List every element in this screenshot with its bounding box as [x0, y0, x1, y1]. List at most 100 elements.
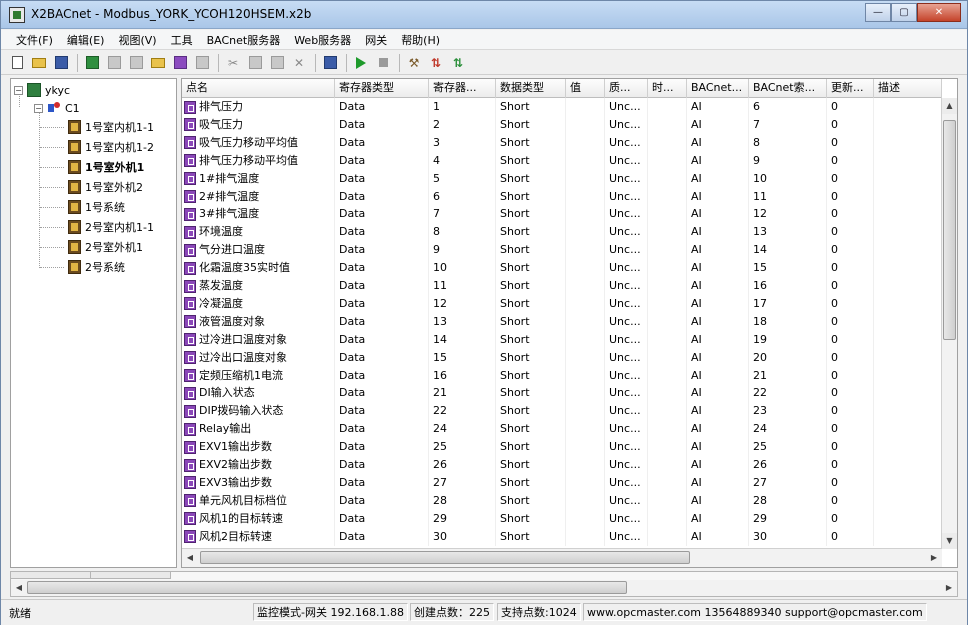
points-grid[interactable]: 点名 寄存器类型 寄存器... 数据类型值质... 时... BACnet... BACne… — [181, 78, 958, 568]
project-tree[interactable]: − ykyc − C1 1号室内机1-1 1号室内机1-2 1号室外机1 1号室… — [10, 78, 177, 568]
add-project-button[interactable] — [82, 53, 102, 73]
menu-file[interactable]: 文件(F) — [9, 32, 60, 48]
tools-button[interactable]: ⚒ — [404, 53, 424, 73]
tree-node-channel[interactable]: − C1 — [34, 99, 80, 117]
table-row[interactable]: EXV3输出步数 Data 27 Short Unc... AI 27 0 — [182, 473, 942, 492]
tree-node-device[interactable]: 2号室内机1-1 — [68, 218, 154, 236]
gateway-config-button[interactable]: ⇅ — [426, 53, 446, 73]
table-row[interactable]: 环境温度 Data 8 Short Unc... AI 13 0 — [182, 223, 942, 242]
menu-help[interactable]: 帮助(H) — [394, 32, 447, 48]
tree-node-device[interactable]: 2号系统 — [68, 258, 125, 276]
open-button[interactable] — [29, 53, 49, 73]
table-row[interactable]: 液管温度对象 Data 13 Short Unc... AI 18 0 — [182, 312, 942, 331]
new-file-button[interactable] — [7, 53, 27, 73]
table-row[interactable]: 过冷进口温度对象 Data 14 Short Unc... AI 19 0 — [182, 330, 942, 349]
table-row[interactable]: 3#排气温度 Data 7 Short Unc... AI 12 0 — [182, 205, 942, 224]
menu-edit[interactable]: 编辑(E) — [60, 32, 112, 48]
table-row[interactable]: 吸气压力 Data 2 Short Unc... AI 7 0 — [182, 115, 942, 134]
col-point-name-header[interactable]: 点名 — [182, 79, 335, 98]
log-pane[interactable]: ◀ ▶ — [10, 571, 958, 597]
scroll-left-icon[interactable]: ◀ — [182, 549, 198, 567]
minimize-button[interactable]: — — [865, 3, 891, 22]
scroll-down-icon[interactable]: ▼ — [942, 533, 957, 549]
add-device-button[interactable] — [126, 53, 146, 73]
collapse-icon[interactable]: − — [34, 103, 43, 113]
app-icon[interactable] — [9, 7, 25, 23]
table-row[interactable]: 单元风机目标档位 Data 28 Short Unc... AI 28 0 — [182, 491, 942, 510]
quality-cell: Unc... — [605, 312, 648, 331]
cut-button[interactable]: ✂ — [223, 53, 243, 73]
close-button[interactable]: ✕ — [917, 3, 961, 22]
menu-web-server[interactable]: Web服务器 — [287, 32, 358, 48]
log-tab[interactable] — [11, 572, 91, 579]
add-group-button[interactable] — [148, 53, 168, 73]
col-data-type-header[interactable]: 数据类型 — [496, 79, 566, 98]
vertical-scrollbar[interactable]: ▲ ▼ — [941, 98, 957, 549]
table-row[interactable]: 化霜温度35实时值 Data 10 Short Unc... AI 15 0 — [182, 259, 942, 278]
table-row[interactable]: EXV2输出步数 Data 26 Short Unc... AI 26 0 — [182, 456, 942, 474]
table-row[interactable]: 气分进口温度 Data 9 Short Unc... AI 14 0 — [182, 241, 942, 260]
log-horizontal-scrollbar[interactable]: ◀ ▶ — [11, 580, 957, 596]
col-register-address-header[interactable]: 寄存器... — [429, 79, 496, 98]
vertical-scroll-thumb[interactable] — [943, 120, 956, 340]
scroll-right-icon[interactable]: ▶ — [941, 580, 957, 596]
col-value-header[interactable]: 值 — [566, 79, 605, 98]
menu-gateway[interactable]: 网关 — [358, 32, 394, 48]
register-type-cell: Data — [335, 527, 429, 546]
col-quality-header[interactable]: 质... — [605, 79, 648, 98]
tree-node-device[interactable]: 1号室外机2 — [68, 178, 143, 196]
find-button[interactable] — [320, 53, 340, 73]
add-channel-button[interactable] — [104, 53, 124, 73]
table-row[interactable]: DI输入状态 Data 21 Short Unc... AI 22 0 — [182, 384, 942, 403]
log-scroll-thumb[interactable] — [27, 581, 627, 594]
col-bacnet-index-header[interactable]: BACnet索... — [749, 79, 827, 98]
table-row[interactable]: 冷凝温度 Data 12 Short Unc... AI 17 0 — [182, 294, 942, 313]
add-point-button[interactable] — [170, 53, 190, 73]
copy-button[interactable] — [245, 53, 265, 73]
table-row[interactable]: 风机2目标转速 Data 30 Short Unc... AI 30 0 — [182, 527, 942, 546]
col-description-header[interactable]: 描述 — [874, 79, 942, 98]
scroll-left-icon[interactable]: ◀ — [11, 580, 27, 596]
start-button[interactable] — [351, 53, 371, 73]
table-row[interactable]: Relay输出 Data 24 Short Unc... AI 24 0 — [182, 420, 942, 439]
col-update-header[interactable]: 更新... — [827, 79, 874, 98]
table-row[interactable]: 蒸发温度 Data 11 Short Unc... AI 16 0 — [182, 277, 942, 295]
log-tab[interactable] — [91, 572, 171, 579]
table-row[interactable]: 风机1的目标转速 Data 29 Short Unc... AI 29 0 — [182, 509, 942, 528]
paste-button[interactable] — [267, 53, 287, 73]
horizontal-scroll-thumb[interactable] — [200, 551, 690, 564]
tree-node-device-selected[interactable]: 1号室外机1 — [68, 158, 144, 176]
table-row[interactable]: 排气压力 Data 1 Short Unc... AI 6 0 — [182, 98, 942, 116]
table-row[interactable]: 2#排气温度 Data 6 Short Unc... AI 11 0 — [182, 187, 942, 206]
table-row[interactable]: EXV1输出步数 Data 25 Short Unc... AI 25 0 — [182, 438, 942, 457]
col-timestamp-header[interactable]: 时... — [648, 79, 687, 98]
table-row[interactable]: 排气压力移动平均值 Data 4 Short Unc... AI 9 0 — [182, 151, 942, 170]
table-row[interactable]: 吸气压力移动平均值 Data 3 Short Unc... AI 8 0 — [182, 133, 942, 152]
scroll-right-icon[interactable]: ▶ — [926, 549, 942, 567]
table-row[interactable]: DIP拨码输入状态 Data 22 Short Unc... AI 23 0 — [182, 402, 942, 421]
table-row[interactable]: 定频压缩机1电流 Data 16 Short Unc... AI 21 0 — [182, 366, 942, 385]
table-row[interactable]: 1#排气温度 Data 5 Short Unc... AI 10 0 — [182, 169, 942, 188]
menu-tools[interactable]: 工具 — [164, 32, 200, 48]
gateway-run-button[interactable]: ⇅ — [448, 53, 468, 73]
grid-body[interactable]: 排气压力 Data 1 Short Unc... AI 6 0 吸气压力 Data 2 Short Un… — [182, 98, 942, 549]
tree-node-device[interactable]: 1号室内机1-1 — [68, 118, 154, 136]
maximize-button[interactable]: ▢ — [891, 3, 917, 22]
menu-view[interactable]: 视图(V) — [111, 32, 163, 48]
stop-button[interactable] — [373, 53, 393, 73]
tree-node-device[interactable]: 1号系统 — [68, 198, 125, 216]
table-row[interactable]: 过冷出口温度对象 Data 15 Short Unc... AI 20 0 — [182, 348, 942, 367]
horizontal-scrollbar[interactable]: ◀ ▶ — [182, 548, 942, 567]
scroll-up-icon[interactable]: ▲ — [942, 98, 957, 114]
tree-node-device[interactable]: 2号室外机1 — [68, 238, 143, 256]
collapse-icon[interactable]: − — [14, 85, 23, 95]
col-bacnet-type-header[interactable]: BACnet... — [687, 79, 749, 98]
menu-bacnet-server[interactable]: BACnet服务器 — [200, 32, 288, 48]
tree-node-device[interactable]: 1号室内机1-2 — [68, 138, 154, 156]
tree-node-project[interactable]: − ykyc — [14, 81, 70, 99]
title-bar[interactable]: X2BACnet - Modbus_YORK_YCOH120HSEM.x2b —… — [1, 1, 967, 29]
col-register-type-header[interactable]: 寄存器类型 — [335, 79, 429, 98]
delete-button[interactable]: ✕ — [289, 53, 309, 73]
save-button[interactable] — [51, 53, 71, 73]
batch-add-button[interactable] — [192, 53, 212, 73]
